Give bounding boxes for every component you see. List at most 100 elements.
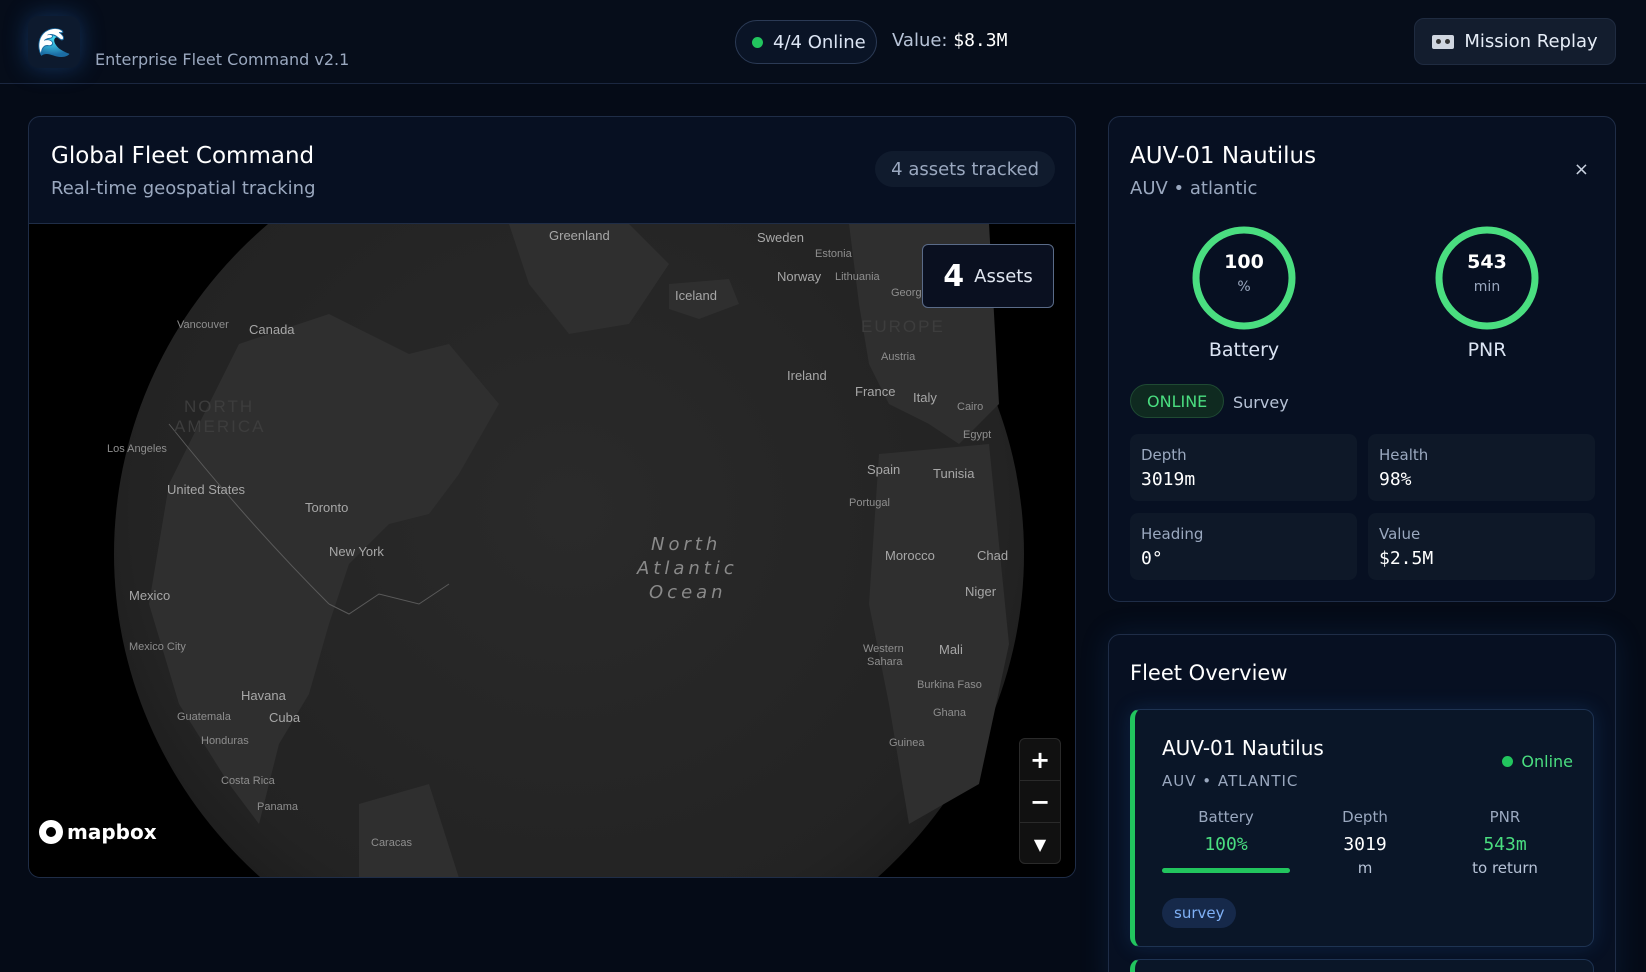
- online-status-pill: 4/4 Online: [735, 20, 877, 64]
- pnr-unit: min: [1473, 279, 1501, 295]
- mapbox-attribution[interactable]: mapbox: [39, 820, 157, 844]
- map-label: Canada: [249, 322, 295, 337]
- map-label: Atlantic: [636, 558, 738, 579]
- map-label: Italy: [913, 390, 937, 405]
- mapbox-text: mapbox: [67, 820, 157, 844]
- stat-card-health: Health 98%: [1368, 434, 1595, 501]
- fleet-card-pnr: PNR 543m to return: [1440, 808, 1570, 877]
- pnr-value: 543: [1467, 251, 1507, 273]
- map-label: Mexico City: [129, 641, 186, 653]
- assets-label: Assets: [974, 265, 1033, 287]
- fleet-card[interactable]: [1130, 959, 1594, 972]
- fleet-value: Value: $8.3M: [892, 30, 1008, 51]
- map-label: Cuba: [269, 710, 301, 725]
- map-label: Sahara: [867, 656, 903, 668]
- pnr-ring: [1435, 226, 1539, 330]
- map-label: Iceland: [675, 288, 717, 303]
- map-panel: Global Fleet Command Real-time geospatia…: [28, 116, 1076, 878]
- assets-count: 4: [943, 258, 965, 294]
- map-title: Global Fleet Command: [51, 143, 315, 169]
- map-label: France: [855, 384, 895, 399]
- battery-col-value: 100%: [1204, 834, 1248, 855]
- fleet-card[interactable]: AUV-01 Nautilus AUV • ATLANTIC Online Ba…: [1130, 709, 1594, 947]
- map-label: Chad: [977, 548, 1008, 563]
- pnr-col-sub: to return: [1472, 859, 1538, 877]
- map-label: Panama: [257, 801, 299, 813]
- pnr-label: PNR: [1467, 339, 1507, 361]
- map-label: Norway: [777, 269, 822, 284]
- map-label: United States: [167, 482, 246, 497]
- map-label: Ghana: [933, 707, 967, 719]
- stat-value: 0°: [1141, 548, 1163, 569]
- mission-replay-label: Mission Replay: [1464, 31, 1598, 52]
- map-label: Vancouver: [177, 319, 229, 331]
- map-label: Guatemala: [177, 711, 232, 723]
- fleet-overview-title: Fleet Overview: [1130, 661, 1288, 685]
- map-label: Mali: [939, 642, 963, 657]
- map-label: Western: [863, 643, 904, 655]
- stat-label: Health: [1379, 446, 1429, 464]
- stat-card-value: Value $2.5M: [1368, 513, 1595, 580]
- mission-tag: survey: [1162, 898, 1237, 928]
- battery-label: Battery: [1208, 339, 1280, 361]
- assets-count-box: 4 Assets: [922, 244, 1054, 308]
- map-label: Caracas: [371, 837, 412, 849]
- pnr-col-value: 543m: [1483, 834, 1527, 855]
- depth-col-value: 3019: [1343, 834, 1387, 855]
- online-dot-icon: [1502, 756, 1514, 767]
- map-label: Morocco: [885, 548, 935, 563]
- fleet-card-status: Online: [1502, 752, 1573, 771]
- battery-unit: %: [1237, 279, 1251, 295]
- stat-label: Depth: [1141, 446, 1187, 464]
- map-label: Ocean: [649, 582, 727, 603]
- map-label: Niger: [965, 584, 997, 599]
- map-label: Guinea: [889, 737, 925, 749]
- battery-arc: [1192, 226, 1296, 330]
- fleet-overview-panel: Fleet Overview AUV-01 Nautilus AUV • ATL…: [1108, 634, 1616, 972]
- stat-card-depth: Depth 3019m: [1130, 434, 1357, 501]
- battery-progress-fill: [1162, 868, 1290, 873]
- fleet-card-status-text: Online: [1521, 752, 1573, 771]
- videotape-icon: [1432, 34, 1455, 49]
- status-badge: ONLINE: [1130, 384, 1225, 418]
- app-version-label: Enterprise Fleet Command v2.1: [95, 50, 350, 69]
- battery-ring: [1192, 226, 1296, 330]
- fleet-value-amount: $8.3M: [953, 30, 1008, 51]
- map-label: Havana: [241, 688, 287, 703]
- online-dot-icon: [752, 36, 763, 48]
- map-label: Tunisia: [933, 466, 975, 481]
- zoom-in-button[interactable]: +: [1020, 739, 1060, 781]
- zoom-out-button[interactable]: −: [1020, 781, 1060, 823]
- world-map[interactable]: Greenland Sweden Estonia Norway Lithuani…: [29, 224, 1075, 878]
- compass-button[interactable]: ▼: [1020, 823, 1060, 863]
- battery-progress-bar: [1162, 868, 1290, 873]
- map-label: Burkina Faso: [917, 679, 982, 691]
- assets-tracked-badge: 4 assets tracked: [875, 151, 1055, 187]
- map-label: Greenland: [549, 228, 610, 243]
- map-label: Austria: [881, 351, 916, 363]
- map-label: Portugal: [849, 497, 890, 509]
- map-canvas[interactable]: Greenland Sweden Estonia Norway Lithuani…: [29, 224, 1075, 878]
- mode-label: Survey: [1233, 393, 1289, 412]
- map-label: AMERICA: [174, 417, 265, 436]
- mission-replay-button[interactable]: Mission Replay: [1414, 18, 1616, 65]
- map-label: Georg: [891, 287, 922, 299]
- close-icon[interactable]: ×: [1574, 159, 1589, 180]
- battery-value: 100: [1224, 251, 1264, 273]
- map-label: EUROPE: [861, 317, 945, 336]
- stat-label: Value: [1379, 525, 1421, 543]
- map-label: Ireland: [787, 368, 827, 383]
- fleet-card-type: AUV • ATLANTIC: [1162, 772, 1299, 790]
- detail-title: AUV-01 Nautilus: [1130, 143, 1317, 169]
- map-label: Estonia: [815, 248, 853, 260]
- mapbox-logo-icon: [39, 820, 63, 844]
- depth-col-label: Depth: [1342, 808, 1388, 826]
- stat-card-heading: Heading 0°: [1130, 513, 1357, 580]
- map-panel-header: Global Fleet Command Real-time geospatia…: [29, 117, 1075, 224]
- battery-col-label: Battery: [1198, 808, 1254, 826]
- map-label: North: [651, 534, 721, 555]
- fleet-card-name: AUV-01 Nautilus: [1162, 736, 1324, 760]
- battery-gauge: 100 %: [1189, 223, 1299, 333]
- map-label: Spain: [867, 462, 900, 477]
- map-label: Mexico: [129, 588, 170, 603]
